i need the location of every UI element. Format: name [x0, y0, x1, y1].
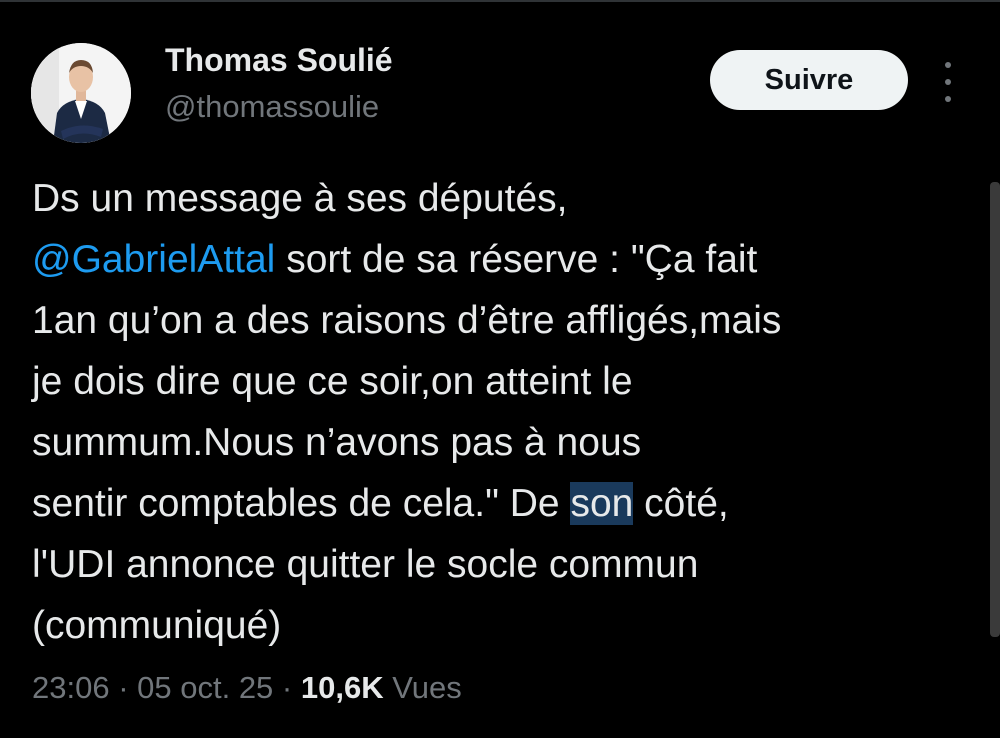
author-handle[interactable]: @thomassoulie — [165, 89, 379, 125]
tweet-text-segment: sentir comptables de cela." De — [32, 482, 571, 525]
mention-link[interactable]: @GabrielAttal — [32, 238, 275, 281]
more-options-icon[interactable] — [936, 62, 960, 102]
tweet-line: Ds un message à ses députés, — [32, 177, 568, 220]
tweet-line: sentir comptables de cela." De son côté, — [32, 473, 972, 534]
tweet-line: 1an qu’on a des raisons d’être affligés,… — [32, 299, 782, 342]
views-label[interactable]: Vues — [384, 670, 462, 705]
tweet-line: je dois dire que ce soir,on atteint le — [32, 360, 633, 403]
top-divider — [0, 0, 1000, 2]
tweet-line: l'UDI annonce quitter le socle commun — [32, 543, 699, 586]
person-portrait-icon — [31, 43, 131, 143]
views-count[interactable]: 10,6K — [301, 670, 384, 705]
dot — [945, 62, 951, 68]
tweet-line: (communiqué) — [32, 604, 282, 647]
tweet-line: summum.Nous n’avons pas à nous — [32, 421, 642, 464]
author-name[interactable]: Thomas Soulié — [165, 42, 393, 79]
scrollbar[interactable] — [990, 182, 1000, 637]
tweet-text-segment: sort de sa réserve : "Ça fait — [275, 238, 758, 281]
tweet-date[interactable]: 05 oct. 25 — [137, 670, 273, 705]
tweet-text-segment: côté, — [633, 482, 729, 525]
selected-word: son — [570, 482, 634, 525]
tweet-line: @GabrielAttal sort de sa réserve : "Ça f… — [32, 229, 972, 290]
tweet-metadata: 23:06 · 05 oct. 25 · 10,6K Vues — [32, 670, 462, 706]
author-avatar[interactable] — [31, 43, 131, 143]
tweet-time[interactable]: 23:06 — [32, 670, 110, 705]
dot — [945, 96, 951, 102]
dot — [945, 79, 951, 85]
follow-button[interactable]: Suivre — [710, 50, 908, 110]
separator: · — [273, 670, 301, 705]
tweet-text: Ds un message à ses députés, @GabrielAtt… — [32, 168, 972, 656]
separator: · — [109, 670, 138, 705]
